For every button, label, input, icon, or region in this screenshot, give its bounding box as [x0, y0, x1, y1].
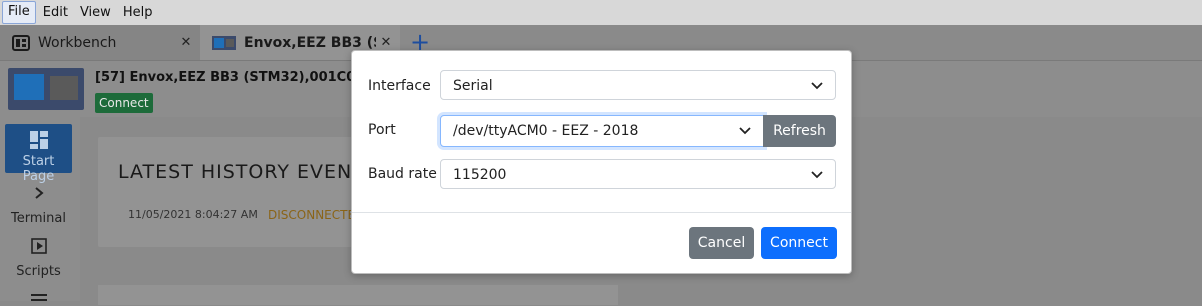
sidebar-item-start-page[interactable]: Start Page [5, 124, 72, 184]
connect-button[interactable]: Connect [761, 227, 837, 259]
chevron-down-icon [739, 116, 751, 146]
menu-icon [5, 291, 72, 306]
chevron-down-icon [811, 160, 823, 190]
interface-label: Interface [368, 78, 431, 94]
chevron-right-icon [5, 185, 72, 205]
instrument-thumbnail-icon [212, 35, 236, 50]
dashboard-icon [5, 130, 72, 154]
sidebar: Start Page Terminal Scripts [0, 117, 80, 301]
sidebar-item-label: Scripts [16, 264, 61, 279]
history-title: LATEST HISTORY EVEN [118, 161, 353, 183]
baud-rate-select[interactable]: 115200 [440, 159, 836, 189]
interface-value: Serial [453, 78, 493, 94]
tab-label: Envox,EEZ BB3 (ST... [244, 34, 376, 51]
port-label: Port [368, 122, 396, 138]
history-time: 11/05/2021 8:04:27 AM [128, 208, 258, 221]
menu-help[interactable]: Help [118, 2, 158, 23]
baud-rate-label: Baud rate [368, 166, 437, 182]
instrument-connect-button[interactable]: Connect [95, 93, 153, 113]
interface-select[interactable]: Serial [440, 70, 836, 100]
workbench-icon [12, 34, 30, 51]
menubar: File Edit View Help [0, 0, 1202, 25]
tab-workbench[interactable]: Workbench ✕ [0, 25, 201, 60]
close-icon[interactable]: ✕ [176, 35, 196, 50]
refresh-button[interactable]: Refresh [763, 115, 836, 147]
sidebar-item-scripts[interactable]: Scripts [5, 238, 72, 279]
play-icon [5, 238, 72, 258]
port-value: /dev/ttyACM0 - EEZ - 2018 [453, 123, 639, 139]
close-icon[interactable]: ✕ [376, 35, 396, 50]
instrument-title: [57] Envox,EEZ BB3 (STM32),001C00293 [95, 70, 392, 85]
sidebar-item-label: Terminal [11, 211, 66, 226]
connect-dialog: Interface Serial Port /dev/ttyACM0 - EEZ… [351, 50, 852, 274]
cancel-button[interactable]: Cancel [689, 227, 754, 259]
baud-rate-value: 115200 [453, 167, 507, 183]
menu-edit[interactable]: Edit [38, 2, 73, 23]
port-select[interactable]: /dev/ttyACM0 - EEZ - 2018 [440, 115, 764, 147]
instrument-image [8, 68, 84, 110]
tab-label: Workbench [38, 34, 117, 51]
sidebar-item-terminal[interactable]: Terminal [5, 185, 72, 226]
dialog-divider [352, 212, 851, 213]
sidebar-item-label: Start Page [22, 154, 55, 184]
history-status: DISCONNECTE [268, 208, 356, 222]
dialog-body: Interface Serial Port /dev/ttyACM0 - EEZ… [352, 51, 851, 212]
menu-file[interactable]: File [2, 1, 36, 24]
secondary-card [98, 285, 618, 305]
menu-view[interactable]: View [75, 2, 116, 23]
sidebar-item-more[interactable] [5, 291, 72, 301]
chevron-down-icon [811, 71, 823, 101]
